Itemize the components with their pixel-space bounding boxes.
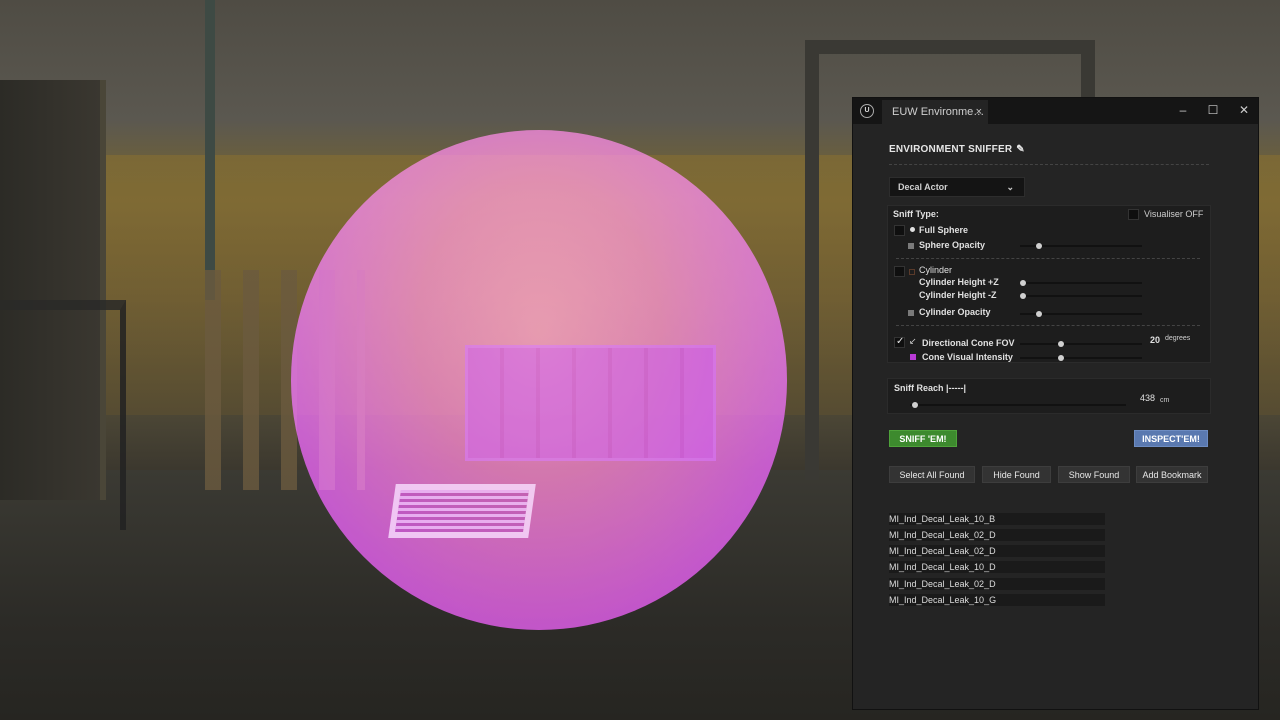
sniff-sphere-visualiser <box>291 130 787 630</box>
result-item[interactable]: MI_Ind_Decal_Leak_02_D <box>889 529 1105 541</box>
visualiser-checkbox[interactable] <box>1128 209 1139 220</box>
show-found-button[interactable]: Show Found <box>1058 466 1130 483</box>
chair <box>0 300 126 530</box>
cylinder-height-pos-label: Cylinder Height +Z <box>919 277 999 287</box>
sniff-reach-knob[interactable] <box>912 402 918 408</box>
add-bookmark-button[interactable]: Add Bookmark <box>1136 466 1208 483</box>
cylinder-height-neg-knob[interactable] <box>1020 293 1026 299</box>
divider <box>896 325 1200 326</box>
hide-found-button[interactable]: Hide Found <box>982 466 1051 483</box>
result-item[interactable]: MI_Ind_Decal_Leak_02_D <box>889 578 1105 590</box>
cylinder-opacity-label: Cylinder Opacity <box>919 307 991 317</box>
result-item[interactable]: MI_Ind_Decal_Leak_02_D <box>889 545 1105 557</box>
result-item[interactable]: MI_Ind_Decal_Leak_10_D <box>889 561 1105 573</box>
result-item[interactable]: MI_Ind_Decal_Leak_10_B <box>889 513 1105 525</box>
actor-type-dropdown[interactable]: Decal Actor ⌄ <box>889 177 1025 197</box>
tab-close-icon[interactable]: × <box>976 100 982 124</box>
directional-cone-knob[interactable] <box>1058 341 1064 347</box>
actor-type-value: Decal Actor <box>898 182 948 192</box>
cylinder-label: Cylinder <box>919 265 953 275</box>
environment-sniffer-window: U EUW Environme… × – ☐ ✕ ENVIRONMENT SNI… <box>852 97 1259 710</box>
tab-label: EUW Environme… <box>892 106 985 118</box>
pencil-icon: ✎ <box>1016 144 1025 155</box>
full-sphere-label: Full Sphere <box>919 225 969 235</box>
directional-cone-value: 20 <box>1150 335 1161 345</box>
result-item[interactable]: MI_Ind_Decal_Leak_10_G <box>889 594 1105 606</box>
sniff-reach-value: 438 <box>1140 393 1156 403</box>
sphere-opacity-label: Sphere Opacity <box>919 240 986 250</box>
wall-pipe <box>205 0 215 300</box>
cylinder-height-neg-slider[interactable] <box>1020 295 1142 297</box>
sphere-opacity-knob[interactable] <box>1036 243 1042 249</box>
directional-cone-slider[interactable] <box>1020 343 1142 345</box>
minimize-icon[interactable]: – <box>1174 101 1192 119</box>
sphere-dot-icon <box>910 227 915 232</box>
sniff-reach-label: Sniff Reach |-----| <box>894 383 967 393</box>
cylinder-icon <box>909 269 915 275</box>
cone-visual-intensity-label: Cone Visual Intensity <box>922 352 1013 362</box>
panel-content: ENVIRONMENT SNIFFER ✎ Decal Actor ⌄ Sniff… <box>853 124 1258 709</box>
sniff-button[interactable]: SNIFF 'EM! <box>889 430 957 447</box>
cylinder-height-pos-knob[interactable] <box>1020 280 1026 286</box>
sphere-opacity-swatch <box>908 243 914 249</box>
titlebar: U EUW Environme… × – ☐ ✕ <box>853 98 1258 124</box>
cone-arrow-icon: ↙ <box>909 336 917 346</box>
sniff-type-label: Sniff Type: <box>893 209 939 219</box>
sniff-type-panel: Sniff Type: Visualiser OFF Full Sphere S… <box>887 205 1211 363</box>
cylinder-height-neg-label: Cylinder Height -Z <box>919 290 997 300</box>
cone-visual-intensity-knob[interactable] <box>1058 355 1064 361</box>
maximize-icon[interactable]: ☐ <box>1204 101 1222 119</box>
cone-intensity-swatch <box>910 354 916 360</box>
directional-cone-unit: degrees <box>1165 335 1191 342</box>
panel-title: ENVIRONMENT SNIFFER <box>889 144 1013 155</box>
panel-heading: ENVIRONMENT SNIFFER ✎ <box>889 144 1025 155</box>
visualiser-label: Visualiser OFF <box>1144 209 1204 219</box>
directional-cone-label: Directional Cone FOV <box>922 338 1015 348</box>
divider <box>889 164 1209 165</box>
directional-cone-checkbox[interactable] <box>894 336 905 348</box>
inspect-button[interactable]: INSPECT'EM! <box>1134 430 1208 447</box>
select-all-found-button[interactable]: Select All Found <box>889 466 975 483</box>
unreal-logo-icon: U <box>860 104 874 118</box>
sniff-reach-panel: Sniff Reach |-----| 438 cm <box>887 378 1211 414</box>
cylinder-opacity-knob[interactable] <box>1036 311 1042 317</box>
sniff-reach-unit: cm <box>1160 397 1170 404</box>
full-sphere-checkbox[interactable] <box>894 225 905 236</box>
tab-environment-sniffer[interactable]: EUW Environme… × <box>882 100 988 124</box>
close-icon[interactable]: ✕ <box>1235 101 1253 119</box>
cylinder-checkbox[interactable] <box>894 266 905 277</box>
sniff-reach-slider[interactable] <box>910 404 1126 406</box>
cylinder-opacity-swatch <box>908 310 914 316</box>
cylinder-height-pos-slider[interactable] <box>1020 282 1142 284</box>
chevron-down-icon: ⌄ <box>1006 182 1014 192</box>
cone-visual-intensity-slider[interactable] <box>1020 357 1142 359</box>
divider <box>896 258 1200 259</box>
